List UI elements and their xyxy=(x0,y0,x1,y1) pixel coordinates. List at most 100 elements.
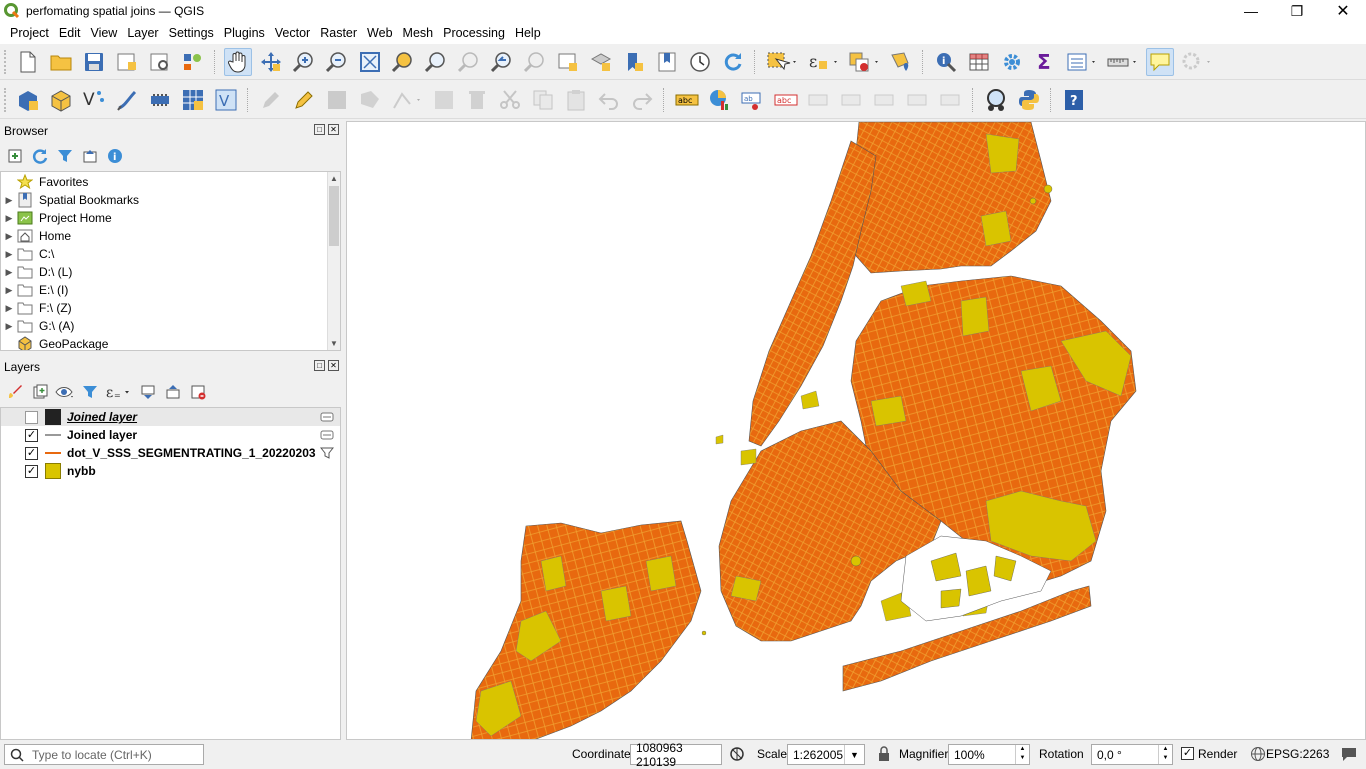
spinbox-arrows-icon[interactable]: ▲ ▼ xyxy=(1015,745,1029,764)
toggle-label-display-button[interactable]: abc xyxy=(772,86,800,114)
modify-attributes-button[interactable] xyxy=(430,86,458,114)
copy-features-button[interactable] xyxy=(529,86,557,114)
rotate-label-button[interactable] xyxy=(904,86,932,114)
move-label-button[interactable] xyxy=(871,86,899,114)
open-project-button[interactable] xyxy=(47,48,75,76)
paste-features-button[interactable] xyxy=(562,86,590,114)
menu-layer[interactable]: Layer xyxy=(122,22,163,44)
zoom-to-layer-button[interactable] xyxy=(422,48,450,76)
zoom-last-button[interactable] xyxy=(488,48,516,76)
browser-item-drive-c[interactable]: ▶ C:\ xyxy=(1,245,340,263)
select-by-location-button[interactable] xyxy=(887,48,915,76)
open-layer-styling-button[interactable] xyxy=(4,381,26,403)
layer-labeling-options-button[interactable]: abc xyxy=(673,86,701,114)
layer-visibility-checkbox[interactable] xyxy=(25,410,38,424)
undo-button[interactable] xyxy=(595,86,623,114)
new-geopackage-layer-button[interactable] xyxy=(47,86,75,114)
help-contents-button[interactable]: ? xyxy=(1060,86,1088,114)
toggle-editing-button[interactable] xyxy=(290,86,318,114)
zoom-out-button[interactable] xyxy=(323,48,351,76)
zoom-to-selection-button[interactable] xyxy=(389,48,417,76)
close-button[interactable]: ✕ xyxy=(1320,0,1366,22)
python-console-button[interactable] xyxy=(1015,86,1043,114)
zoom-native-button[interactable] xyxy=(455,48,483,76)
save-project-button[interactable] xyxy=(80,48,108,76)
browser-item-geopackage[interactable]: GeoPackage xyxy=(1,335,340,350)
add-vector-tile-button[interactable]: V xyxy=(212,86,240,114)
identify-features-button[interactable]: i xyxy=(932,48,960,76)
minimize-button[interactable]: — xyxy=(1228,0,1274,22)
add-raster-layer-button[interactable] xyxy=(179,86,207,114)
open-field-calculator-button[interactable] xyxy=(1064,48,1100,76)
expand-arrow-icon[interactable]: ▶ xyxy=(1,303,17,314)
menu-view[interactable]: View xyxy=(85,22,122,44)
browser-float-button[interactable]: □ xyxy=(314,124,325,135)
new-bookmark-button[interactable] xyxy=(620,48,648,76)
pan-map-button[interactable] xyxy=(223,47,252,76)
zoom-next-button[interactable] xyxy=(521,48,549,76)
temporal-controller-button[interactable] xyxy=(686,48,714,76)
new-map-view-button[interactable] xyxy=(554,48,582,76)
browser-collapse-all-button[interactable] xyxy=(79,145,101,167)
vertex-tool-button[interactable] xyxy=(389,86,425,114)
filter-legend-button[interactable] xyxy=(79,381,101,403)
browser-item-drive-g[interactable]: ▶ G:\ (A) xyxy=(1,317,340,335)
pan-to-selection-button[interactable] xyxy=(257,48,285,76)
new-print-layout-button[interactable] xyxy=(113,48,141,76)
menu-settings[interactable]: Settings xyxy=(164,22,219,44)
menu-web[interactable]: Web xyxy=(362,22,397,44)
layer-row-nybb[interactable]: ✓ nybb xyxy=(1,462,340,480)
deselect-features-button[interactable] xyxy=(846,48,882,76)
pin-labels-button[interactable] xyxy=(805,86,833,114)
browser-close-button[interactable]: ✕ xyxy=(328,124,339,135)
expand-arrow-icon[interactable]: ▶ xyxy=(1,213,17,224)
browser-item-home[interactable]: ▶ Home xyxy=(1,227,340,245)
browser-refresh-button[interactable] xyxy=(29,145,51,167)
menu-help[interactable]: Help xyxy=(510,22,546,44)
browser-add-layer-button[interactable] xyxy=(4,145,26,167)
style-manager-button[interactable] xyxy=(179,48,207,76)
browser-item-drive-d[interactable]: ▶ D:\ (L) xyxy=(1,263,340,281)
layers-close-button[interactable]: ✕ xyxy=(328,360,339,371)
menu-vector[interactable]: Vector xyxy=(270,22,315,44)
memory-layer-icon[interactable] xyxy=(320,430,334,440)
lock-icon[interactable] xyxy=(877,746,891,762)
messages-icon[interactable] xyxy=(1340,745,1358,763)
browser-item-drive-f[interactable]: ▶ F:\ (Z) xyxy=(1,299,340,317)
menu-project[interactable]: Project xyxy=(5,22,54,44)
layers-float-button[interactable]: □ xyxy=(314,360,325,371)
scale-combobox[interactable]: 1:262005 ▼ xyxy=(787,744,865,765)
render-checkbox[interactable]: ✓ xyxy=(1181,747,1194,760)
expand-arrow-icon[interactable]: ▶ xyxy=(1,321,17,332)
redo-button[interactable] xyxy=(628,86,656,114)
menu-mesh[interactable]: Mesh xyxy=(398,22,439,44)
menu-edit[interactable]: Edit xyxy=(54,22,86,44)
show-bookmarks-button[interactable] xyxy=(653,48,681,76)
browser-item-spatial-bookmarks[interactable]: ▶ Spatial Bookmarks xyxy=(1,191,340,209)
expand-arrow-icon[interactable]: ▶ xyxy=(1,231,17,242)
delete-selected-button[interactable] xyxy=(463,86,491,114)
expand-arrow-icon[interactable]: ▶ xyxy=(1,267,17,278)
data-source-manager-button[interactable] xyxy=(14,86,42,114)
current-edits-button[interactable] xyxy=(257,86,285,114)
zoom-full-button[interactable] xyxy=(356,48,384,76)
expand-arrow-icon[interactable]: ▶ xyxy=(1,285,17,296)
coordinate-field[interactable]: 1080963 210139 xyxy=(630,741,722,769)
magnifier-spinbox[interactable]: 100% ▲ ▼ xyxy=(948,744,1030,765)
menu-processing[interactable]: Processing xyxy=(438,22,510,44)
scrollbar-thumb[interactable] xyxy=(329,186,339,246)
spinbox-arrows-icon[interactable]: ▲ ▼ xyxy=(1158,745,1172,764)
filter-by-expression-button[interactable]: ε = xyxy=(104,381,134,403)
chevron-down-icon[interactable]: ▼ xyxy=(844,745,864,764)
map-canvas[interactable] xyxy=(346,121,1366,740)
expand-arrow-icon[interactable]: ▶ xyxy=(1,249,17,260)
layer-row-joined-layer-selected[interactable]: Joined layer xyxy=(1,408,340,426)
zoom-in-button[interactable] xyxy=(290,48,318,76)
remove-layer-button[interactable] xyxy=(187,381,209,403)
scroll-down-icon[interactable]: ▼ xyxy=(330,339,338,348)
expand-all-button[interactable] xyxy=(137,381,159,403)
statistical-summary-button[interactable]: Σ xyxy=(1031,48,1059,76)
change-label-button[interactable] xyxy=(937,86,965,114)
restore-button[interactable]: ❐ xyxy=(1274,0,1320,22)
layer-diagram-options-button[interactable] xyxy=(706,86,734,114)
